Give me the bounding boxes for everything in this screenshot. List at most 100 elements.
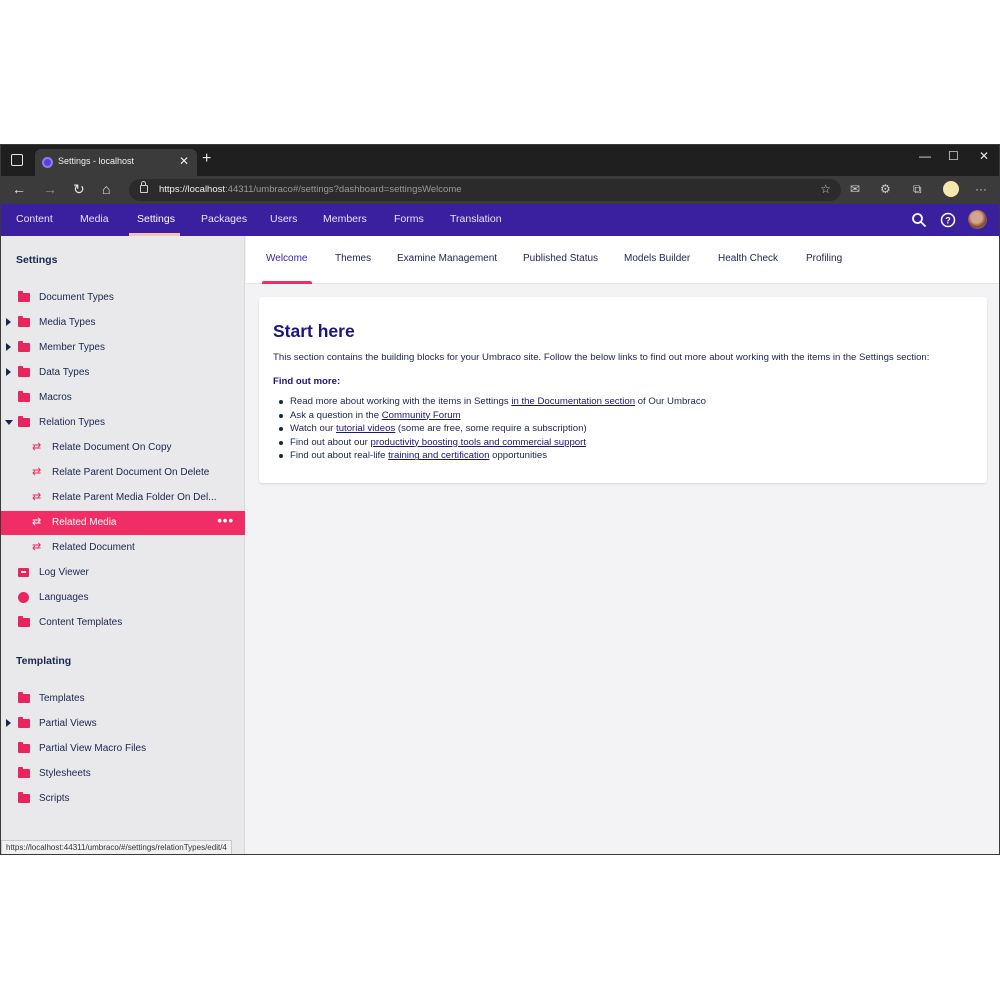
settings-sidebar: Settings Document Types Media Types Memb… [1, 236, 245, 854]
training-certification-link[interactable]: training and certification [388, 450, 489, 461]
tab-themes[interactable]: Themes [335, 253, 371, 264]
find-out-more-heading: Find out more: [273, 376, 341, 387]
status-url: https://localhost:44311/umbraco/#/settin… [1, 840, 232, 854]
tree-item-member-types[interactable]: Member Types [1, 336, 245, 360]
new-tab-icon[interactable]: + [202, 151, 211, 167]
maximize-icon[interactable]: ☐ [948, 149, 959, 163]
url-text[interactable]: https://localhost:44311/umbraco#/setting… [159, 184, 462, 195]
tree-item-log-viewer[interactable]: Log Viewer [1, 561, 245, 585]
list-item: Find out about our productivity boosting… [273, 436, 706, 450]
section-media[interactable]: Media [80, 213, 109, 225]
folder-icon [18, 616, 30, 627]
section-content[interactable]: Content [16, 213, 53, 225]
section-users[interactable]: Users [270, 213, 297, 225]
tree-item-languages[interactable]: Languages [1, 586, 245, 610]
home-icon[interactable]: ⌂ [102, 181, 110, 197]
tree-item-related-media[interactable]: ⇄ Related Media ••• [1, 511, 245, 535]
search-icon[interactable] [911, 212, 927, 228]
folder-icon [18, 366, 30, 377]
tutorial-videos-link[interactable]: tutorial videos [336, 423, 395, 434]
browser-tab[interactable]: Settings - localhost ✕ [35, 149, 197, 176]
relation-icon: ⇄ [32, 441, 42, 453]
umbraco-favicon-icon [42, 157, 53, 168]
browser-window: Settings - localhost ✕ + — ☐ ✕ ← → ↻ ⌂ h… [0, 144, 1000, 855]
browser-titlebar: Settings - localhost ✕ + — ☐ ✕ [1, 145, 999, 176]
expand-caret-icon[interactable] [6, 343, 11, 351]
folder-icon [18, 792, 30, 803]
dashboard-tabs: Welcome Themes Examine Management Publis… [246, 236, 999, 284]
expand-caret-icon[interactable] [6, 368, 11, 376]
section-packages[interactable]: Packages [201, 213, 247, 225]
folder-icon [18, 291, 30, 302]
svg-text:?: ? [945, 216, 951, 226]
tab-profiling[interactable]: Profiling [806, 253, 842, 264]
tab-actions-icon[interactable] [11, 154, 23, 166]
tree-item-stylesheets[interactable]: Stylesheets [1, 762, 245, 786]
browser-tab-title: Settings - localhost [58, 156, 135, 166]
minimize-icon[interactable]: — [919, 149, 931, 163]
folder-icon [18, 391, 30, 402]
list-item: Find out about real-life training and ce… [273, 449, 706, 463]
browser-toolbar: ← → ↻ ⌂ https://localhost:44311/umbraco#… [1, 176, 999, 204]
relation-icon: ⇄ [32, 516, 42, 528]
favorites-star-icon[interactable]: ☆ [820, 182, 831, 196]
collapse-caret-icon[interactable] [5, 420, 13, 425]
documentation-link[interactable]: in the Documentation section [511, 396, 635, 407]
menu-icon[interactable]: ··· [975, 182, 987, 196]
tree-item-scripts[interactable]: Scripts [1, 787, 245, 811]
folder-icon [18, 416, 30, 427]
expand-caret-icon[interactable] [6, 719, 11, 727]
help-icon[interactable]: ? [940, 212, 956, 228]
tree-item-templates[interactable]: Templates [1, 687, 245, 711]
active-tab-indicator [262, 281, 312, 284]
section-settings[interactable]: Settings [137, 213, 175, 225]
back-icon[interactable]: ← [12, 181, 26, 197]
tab-published-status[interactable]: Published Status [523, 253, 598, 264]
tab-health-check[interactable]: Health Check [718, 253, 778, 264]
umbraco-header: Content Media Settings Packages Users Me… [1, 204, 999, 236]
resource-list: Read more about working with the items i… [273, 395, 706, 463]
productivity-tools-link[interactable]: productivity boosting tools and commerci… [371, 437, 586, 448]
tree-item-relate-parent-document-on-delete[interactable]: ⇄ Relate Parent Document On Delete [1, 461, 245, 485]
mail-icon[interactable]: ✉ [850, 182, 860, 196]
address-bar[interactable]: https://localhost:44311/umbraco#/setting… [129, 179, 841, 201]
collections-icon[interactable]: ⧉ [913, 182, 922, 196]
folder-icon [18, 717, 30, 728]
user-avatar[interactable] [968, 210, 987, 229]
window-close-icon[interactable]: ✕ [979, 149, 989, 163]
extensions-icon[interactable]: ⚙ [880, 182, 891, 196]
section-members[interactable]: Members [323, 213, 367, 225]
tree-item-document-types[interactable]: Document Types [1, 286, 245, 310]
section-forms[interactable]: Forms [394, 213, 424, 225]
tree-item-relate-parent-media-folder-on-delete[interactable]: ⇄ Relate Parent Media Folder On Del... [1, 486, 245, 510]
tab-welcome[interactable]: Welcome [266, 253, 308, 264]
profile-icon[interactable] [943, 181, 959, 197]
tree-item-relation-types[interactable]: Relation Types [1, 411, 245, 435]
relation-icon: ⇄ [32, 466, 42, 478]
tab-close-icon[interactable]: ✕ [179, 154, 189, 168]
tree-item-partial-views[interactable]: Partial Views [1, 712, 245, 736]
lock-icon[interactable] [140, 181, 148, 193]
tab-examine-management[interactable]: Examine Management [397, 253, 497, 264]
tree-item-data-types[interactable]: Data Types [1, 361, 245, 385]
tree-item-related-document[interactable]: ⇄ Related Document [1, 536, 245, 560]
section-translation[interactable]: Translation [450, 213, 502, 225]
tree-item-content-templates[interactable]: Content Templates [1, 611, 245, 635]
relation-icon: ⇄ [32, 541, 42, 553]
tree-item-media-types[interactable]: Media Types [1, 311, 245, 335]
community-forum-link[interactable]: Community Forum [382, 410, 461, 421]
expand-caret-icon[interactable] [6, 318, 11, 326]
tree-item-partial-view-macro-files[interactable]: Partial View Macro Files [1, 737, 245, 761]
tab-models-builder[interactable]: Models Builder [624, 253, 690, 264]
templating-heading: Templating [16, 655, 72, 667]
settings-heading: Settings [16, 254, 58, 266]
page-title: Start here [273, 321, 355, 341]
tree-item-macros[interactable]: Macros [1, 386, 245, 410]
forward-icon[interactable]: → [43, 181, 57, 197]
list-item: Read more about working with the items i… [273, 395, 706, 409]
globe-icon [18, 592, 29, 603]
tree-item-relate-document-on-copy[interactable]: ⇄ Relate Document On Copy [1, 436, 245, 460]
relation-icon: ⇄ [32, 491, 42, 503]
more-options-icon[interactable]: ••• [217, 513, 234, 528]
refresh-icon[interactable]: ↻ [73, 181, 85, 197]
